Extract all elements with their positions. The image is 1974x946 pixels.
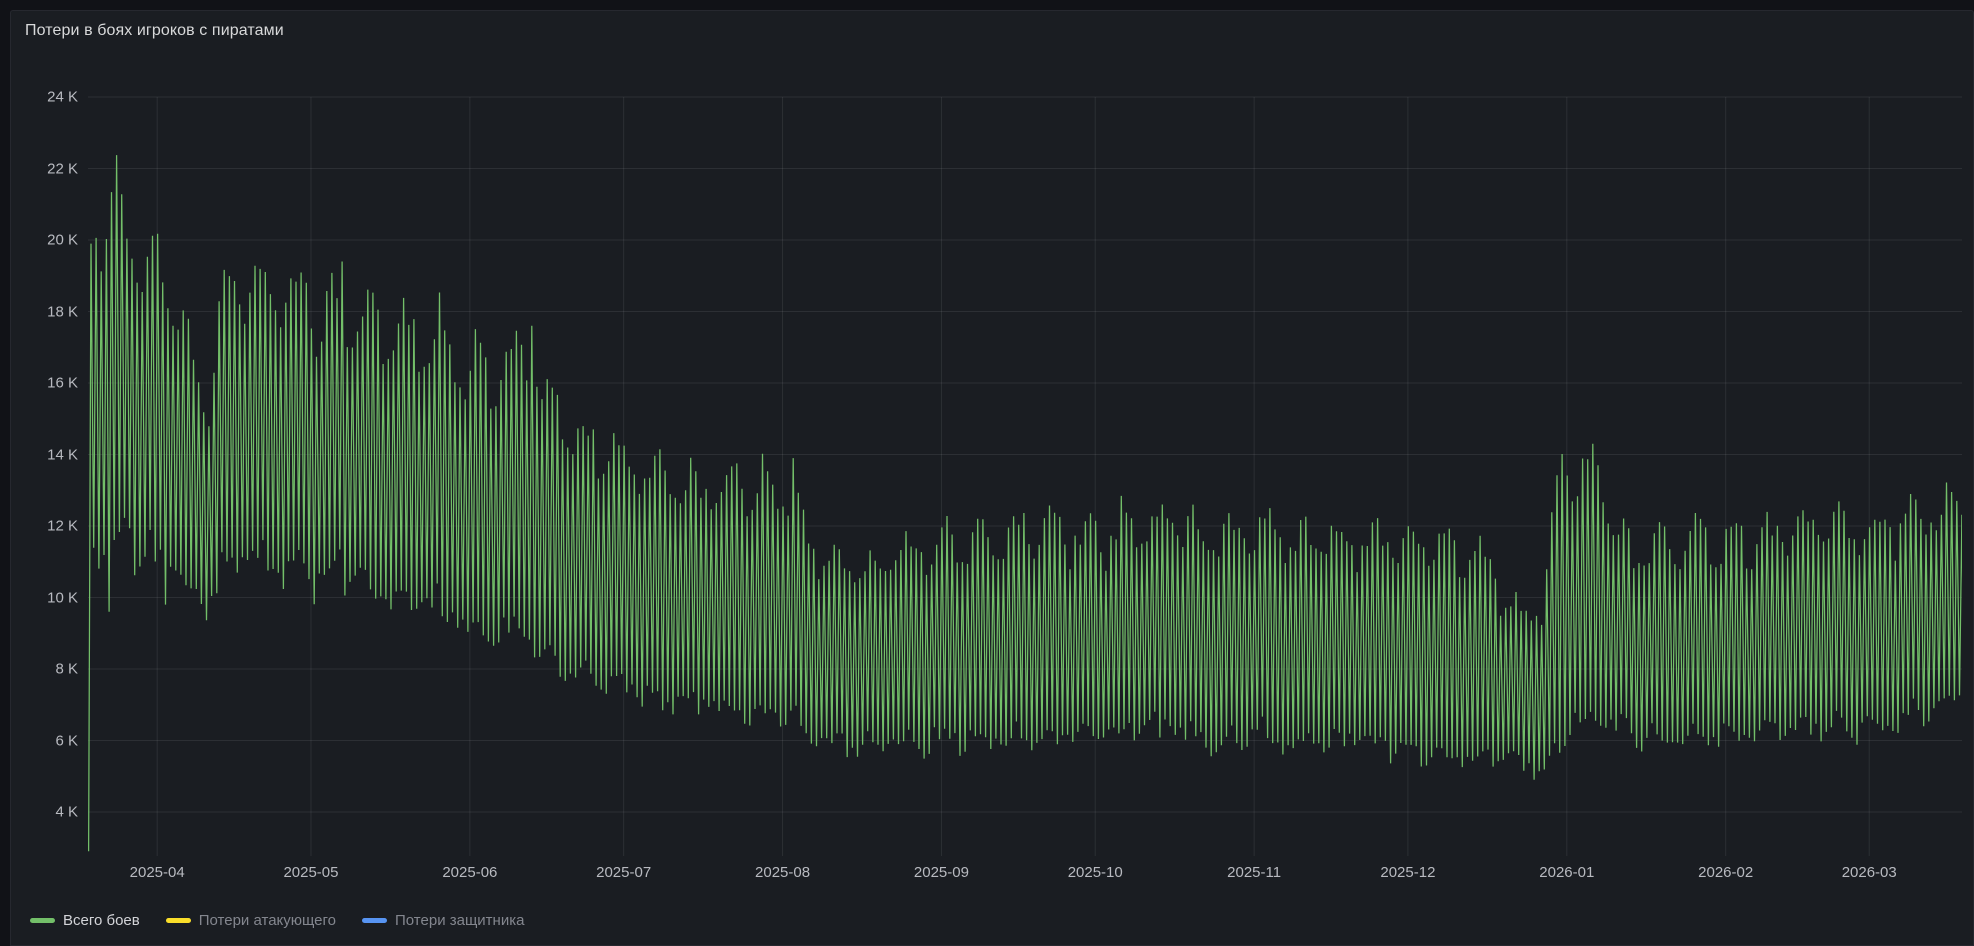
timeseries-plot-area[interactable] — [0, 0, 1974, 946]
x-axis-tick-label: 2025-07 — [596, 864, 651, 881]
y-axis-tick-label: 4 K — [8, 804, 78, 821]
y-axis-tick-label: 24 K — [8, 89, 78, 106]
y-axis-tick-label: 18 K — [8, 303, 78, 320]
y-axis-tick-label: 12 K — [8, 518, 78, 535]
legend-item-label: Потери защитника — [395, 912, 524, 929]
legend-item-label: Всего боев — [63, 912, 140, 929]
legend-item-defender-losses[interactable]: Потери защитника — [362, 912, 524, 929]
y-axis-tick-label: 10 K — [8, 589, 78, 606]
x-axis-tick-label: 2025-11 — [1227, 864, 1281, 881]
legend-item-attacker-losses[interactable]: Потери атакующего — [166, 912, 336, 929]
series-line-total-battles — [89, 155, 1964, 851]
y-axis-tick-label: 16 K — [8, 375, 78, 392]
x-axis-tick-label: 2025-06 — [442, 864, 497, 881]
y-axis-tick-label: 22 K — [8, 160, 78, 177]
legend-item-total-battles[interactable]: Всего боев — [30, 912, 140, 929]
x-axis-tick-label: 2026-01 — [1539, 864, 1594, 881]
x-axis-tick-label: 2025-05 — [283, 864, 338, 881]
x-axis-tick-label: 2025-04 — [130, 864, 185, 881]
legend-color-pill — [362, 918, 387, 923]
y-axis-tick-label: 20 K — [8, 232, 78, 249]
legend-item-label: Потери атакующего — [199, 912, 336, 929]
legend-color-pill — [30, 918, 55, 923]
x-axis-tick-label: 2025-09 — [914, 864, 969, 881]
x-axis-tick-label: 2025-08 — [755, 864, 810, 881]
y-axis-tick-label: 14 K — [8, 446, 78, 463]
x-axis-tick-label: 2025-12 — [1380, 864, 1435, 881]
y-axis-tick-label: 8 K — [8, 661, 78, 678]
x-axis-tick-label: 2025-10 — [1068, 864, 1123, 881]
x-axis-tick-label: 2026-02 — [1698, 864, 1753, 881]
legend-color-pill — [166, 918, 191, 923]
y-axis-tick-label: 6 K — [8, 732, 78, 749]
x-axis-tick-label: 2026-03 — [1842, 864, 1897, 881]
legend: Всего боев Потери атакующего Потери защитн… — [30, 905, 524, 935]
